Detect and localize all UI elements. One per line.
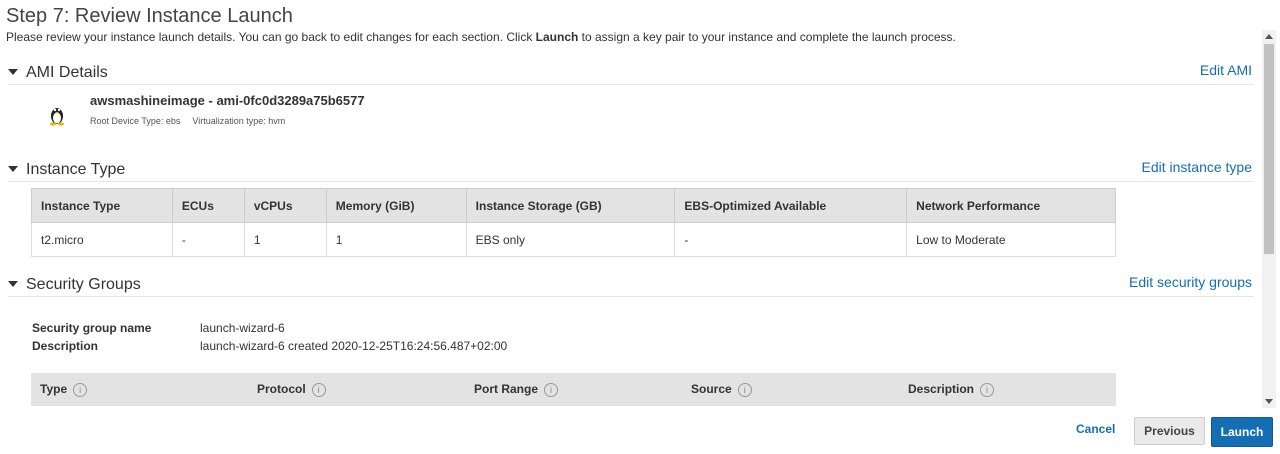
collapse-triangle-icon[interactable]	[8, 166, 18, 172]
column-header: EBS-Optimized Available	[674, 188, 908, 223]
table-cell: t2.micro	[31, 222, 173, 257]
collapse-triangle-icon[interactable]	[8, 69, 18, 75]
root-device-type: Root Device Type: ebs	[90, 116, 181, 126]
column-header-description: Description i	[899, 373, 1116, 406]
table-cell: -	[674, 222, 908, 257]
scroll-up-arrow-icon[interactable]	[1265, 34, 1273, 39]
column-header-type: Type i	[31, 373, 248, 406]
instance-type-table: Instance Type ECUs vCPUs Memory (GiB) In…	[31, 188, 1116, 257]
virtualization-type: Virtualization type: hvm	[192, 116, 286, 126]
cancel-button[interactable]: Cancel	[1076, 422, 1115, 436]
edit-instance-type-link[interactable]: Edit instance type	[1141, 159, 1252, 175]
vertical-scrollbar[interactable]	[1262, 30, 1276, 408]
info-icon[interactable]: i	[311, 382, 326, 397]
column-header-protocol: Protocol i	[248, 373, 465, 406]
ami-details-header[interactable]: AMI Details Edit AMI	[8, 62, 1254, 85]
security-group-description-value: launch-wizard-6 created 2020-12-25T16:24…	[200, 339, 508, 353]
ami-metadata: Root Device Type: ebs Virtualization type…	[90, 116, 285, 126]
launch-button[interactable]: Launch	[1211, 417, 1273, 447]
table-header-row: Instance Type ECUs vCPUs Memory (GiB) In…	[31, 188, 1116, 223]
column-header: ECUs	[171, 188, 245, 223]
table-cell: -	[171, 222, 245, 257]
review-content: Step 7: Review Instance Launch Please re…	[0, 0, 1262, 408]
ami-details-title: AMI Details	[26, 64, 108, 81]
column-header: Network Performance	[906, 188, 1116, 223]
launch-keyword: Launch	[535, 30, 579, 44]
column-header-source: Source i	[682, 373, 899, 406]
linux-penguin-icon	[50, 108, 64, 126]
security-groups-header[interactable]: Security Groups Edit security groups	[8, 274, 1254, 297]
info-icon[interactable]: i	[737, 382, 752, 397]
security-groups-title: Security Groups	[26, 276, 141, 293]
collapse-triangle-icon[interactable]	[8, 281, 18, 287]
column-header: Instance Type	[31, 188, 173, 223]
security-group-name-value: launch-wizard-6	[200, 321, 285, 335]
info-icon[interactable]: i	[980, 382, 995, 397]
scrollbar-thumb[interactable]	[1264, 44, 1274, 254]
security-rules-table: Type i Protocol i Port Range i Source i Desc…	[31, 373, 1116, 406]
table-cell: 1	[325, 222, 467, 257]
security-group-description-label: Description	[32, 339, 99, 353]
instance-type-title: Instance Type	[26, 161, 126, 178]
table-cell: Low to Moderate	[906, 222, 1116, 257]
scroll-down-arrow-icon[interactable]	[1265, 399, 1273, 404]
column-header-port-range: Port Range i	[465, 373, 682, 406]
table-row: t2.micro - 1 1 EBS only - Low to Moderat…	[31, 222, 1116, 257]
column-header: Memory (GiB)	[325, 188, 467, 223]
edit-security-groups-link[interactable]: Edit security groups	[1129, 274, 1252, 290]
info-icon[interactable]: i	[544, 382, 559, 397]
instance-type-header[interactable]: Instance Type Edit instance type	[8, 159, 1254, 182]
security-group-name-label: Security group name	[32, 321, 152, 335]
column-header: vCPUs	[243, 188, 327, 223]
previous-button[interactable]: Previous	[1134, 417, 1205, 445]
table-cell: 1	[243, 222, 327, 257]
info-icon[interactable]: i	[73, 382, 88, 397]
table-header-row: Type i Protocol i Port Range i Source i Desc…	[31, 373, 1116, 406]
ami-name: awsmashineimage - ami-0fc0d3289a75b6577	[90, 93, 365, 108]
edit-ami-link[interactable]: Edit AMI	[1200, 62, 1252, 78]
wizard-footer: Cancel Previous Launch	[0, 408, 1280, 454]
table-cell: EBS only	[465, 222, 676, 257]
page-title: Step 7: Review Instance Launch	[6, 5, 293, 27]
page-description: Please review your instance launch detai…	[6, 30, 956, 44]
column-header: Instance Storage (GB)	[465, 188, 676, 223]
